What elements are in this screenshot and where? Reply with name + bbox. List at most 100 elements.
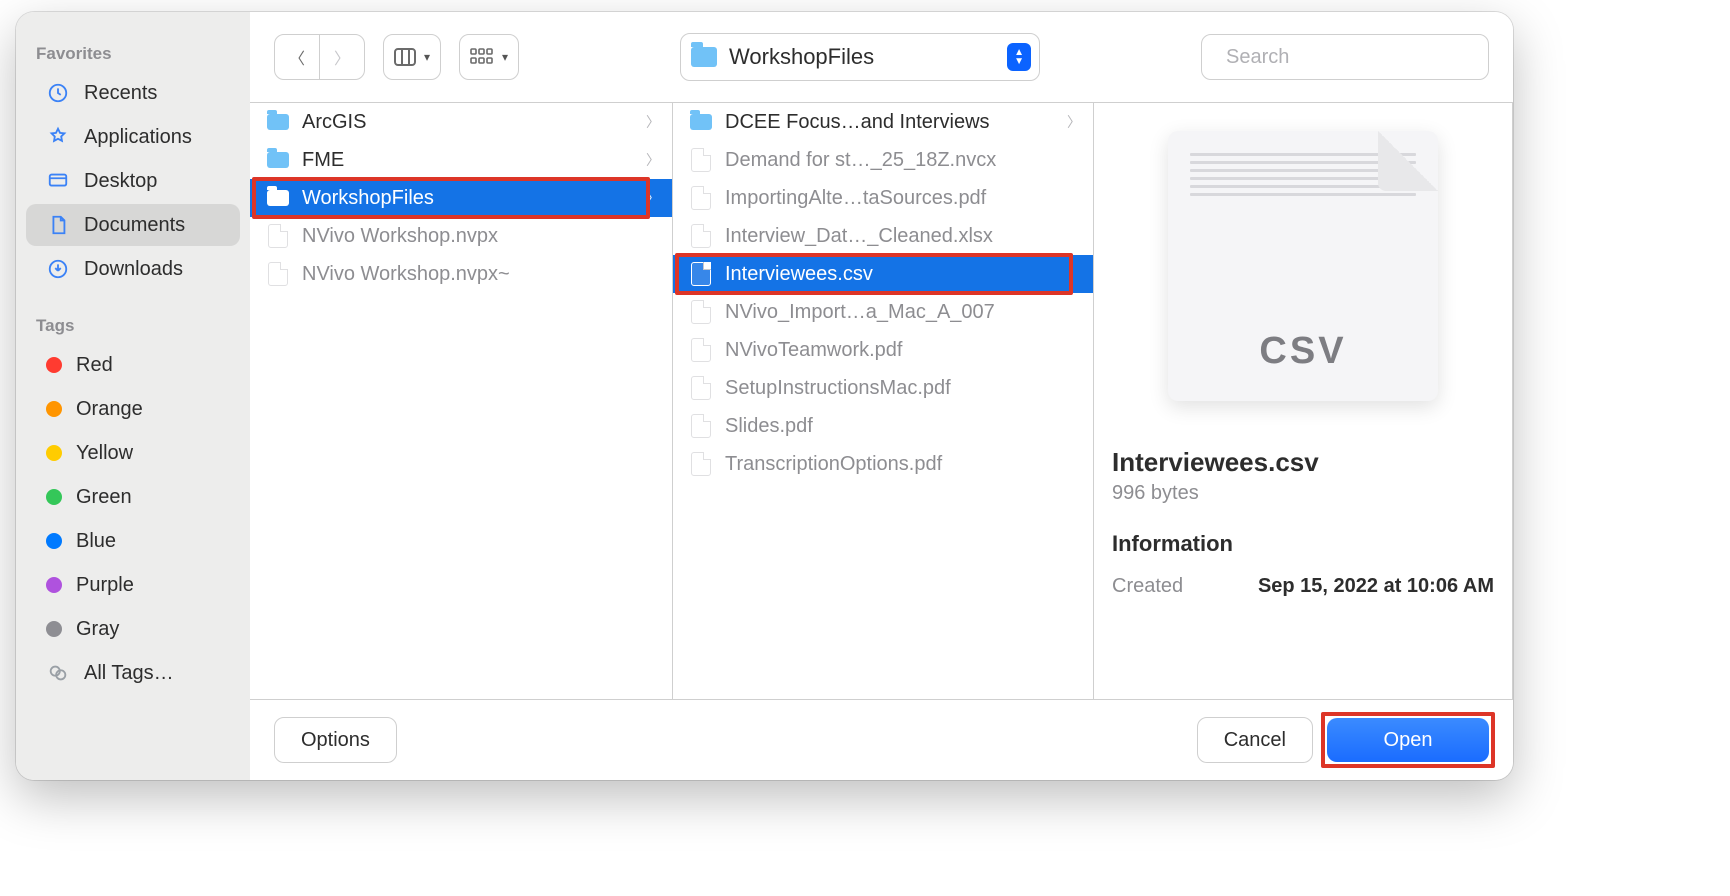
tag-orange[interactable]: Orange [26,388,240,430]
tag-dot-icon [46,401,62,417]
tag-label: Yellow [76,442,133,465]
tag-label: Gray [76,618,119,641]
folder-arcgis[interactable]: ArcGIS〉 [250,103,672,141]
dialog-footer: Options Cancel Open [250,699,1513,780]
file-icon [268,262,288,286]
file-interviewees-csv[interactable]: Interviewees.csv [673,255,1093,293]
file-type-badge: CSV [1259,330,1346,373]
tag-label: Orange [76,398,143,421]
all-tags-icon [46,661,70,685]
sidebar-item-downloads[interactable]: Downloads [26,248,240,290]
document-icon [46,213,70,237]
item-label: FME [302,149,634,172]
sidebar-item-recents[interactable]: Recents [26,72,240,114]
columns-icon [394,48,416,66]
tag-label: Purple [76,574,134,597]
tag-dot-icon [46,445,62,461]
sidebar-item-desktop[interactable]: Desktop [26,160,240,202]
file-icon [691,376,711,400]
desktop-icon [46,169,70,193]
tag-dot-icon [46,357,62,373]
favorites-heading: Favorites [16,38,250,70]
sidebar-item-documents[interactable]: Documents [26,204,240,246]
file-icon [691,414,711,438]
file-open-dialog: Favorites Recents Applications Desktop D… [16,12,1513,780]
file-setupinstructionsmac-pdf[interactable]: SetupInstructionsMac.pdf [673,369,1093,407]
folder-workshopfiles[interactable]: WorkshopFiles 〉 [250,179,672,217]
sidebar-item-label: Documents [84,214,185,237]
file-thumbnail: CSV [1168,131,1438,401]
file-icon [691,224,711,248]
cancel-label: Cancel [1224,729,1286,752]
file-icon [691,262,711,286]
file-transcriptionoptions-pdf[interactable]: TranscriptionOptions.pdf [673,445,1093,483]
file-nvivo-workshop-nvpx-tilde[interactable]: NVivo Workshop.nvpx~ [250,255,672,293]
group-button[interactable]: ▾ [459,34,519,80]
tag-gray[interactable]: Gray [26,608,240,650]
chevron-right-icon: 〉 [646,188,660,208]
options-button[interactable]: Options [274,717,397,763]
item-label: NVivo Workshop.nvpx [302,225,660,248]
folder-icon [267,114,289,130]
item-label: DCEE Focus…and Interviews [725,111,1055,134]
preview-filename: Interviewees.csv [1112,447,1494,478]
search-field[interactable] [1201,34,1489,80]
tag-dot-icon [46,489,62,505]
item-label: Interview_Dat…_Cleaned.xlsx [725,225,1081,248]
item-label: TranscriptionOptions.pdf [725,453,1081,476]
cancel-button[interactable]: Cancel [1197,717,1313,763]
item-label: SetupInstructionsMac.pdf [725,377,1081,400]
tag-red[interactable]: Red [26,344,240,386]
apps-icon [46,125,70,149]
path-popup[interactable]: WorkshopFiles ▲▼ [680,33,1040,81]
open-button[interactable]: Open [1327,718,1489,762]
file-nvivoteamwork-pdf[interactable]: NVivoTeamwork.pdf [673,331,1093,369]
folder-dcee-focus[interactable]: DCEE Focus…and Interviews 〉 [673,103,1093,141]
file-icon [268,224,288,248]
folder-fme[interactable]: FME 〉 [250,141,672,179]
folder-icon [267,152,289,168]
all-tags-label: All Tags… [84,662,174,685]
grid-icon [470,48,494,66]
path-label: WorkshopFiles [729,44,874,70]
chevron-right-icon: 〉 [334,45,350,69]
item-label: Interviewees.csv [725,263,1081,286]
file-importingaltedata-pdf[interactable]: ImportingAlte…taSources.pdf [673,179,1093,217]
item-label: NVivoTeamwork.pdf [725,339,1081,362]
tag-green[interactable]: Green [26,476,240,518]
tag-purple[interactable]: Purple [26,564,240,606]
path-updown-icon: ▲▼ [1007,43,1031,71]
tags-heading: Tags [16,310,250,342]
tag-yellow[interactable]: Yellow [26,432,240,474]
file-slides-pdf[interactable]: Slides.pdf [673,407,1093,445]
tag-label: Red [76,354,113,377]
view-columns-button[interactable]: ▾ [383,34,441,80]
item-label: Demand for st…_25_18Z.nvcx [725,149,1081,172]
file-demand-nvcx[interactable]: Demand for st…_25_18Z.nvcx [673,141,1093,179]
search-input[interactable] [1224,45,1493,70]
chevron-left-icon: 〈 [289,45,305,69]
column-2: DCEE Focus…and Interviews 〉 Demand for st… [673,103,1094,700]
item-label: Slides.pdf [725,415,1081,438]
chevron-right-icon: 〉 [646,112,660,132]
all-tags[interactable]: All Tags… [26,652,240,694]
folder-icon [691,47,717,67]
file-interview-cleaned-xlsx[interactable]: Interview_Dat…_Cleaned.xlsx [673,217,1093,255]
chevron-right-icon: 〉 [1067,112,1081,132]
file-nvivo-workshop-nvpx[interactable]: NVivo Workshop.nvpx [250,217,672,255]
tag-label: Blue [76,530,116,553]
item-label: WorkshopFiles [302,187,634,210]
tag-blue[interactable]: Blue [26,520,240,562]
file-icon [691,300,711,324]
forward-button[interactable]: 〉 [320,35,364,79]
preview-pane: CSV Interviewees.csv 996 bytes Informati… [1094,103,1513,700]
sidebar-item-applications[interactable]: Applications [26,116,240,158]
file-nvivo-import-mac[interactable]: NVivo_Import…a_Mac_A_007 [673,293,1093,331]
back-button[interactable]: 〈 [275,35,320,79]
item-label: NVivo Workshop.nvpx~ [302,263,660,286]
chevron-right-icon: 〉 [646,150,660,170]
created-value: Sep 15, 2022 at 10:06 AM [1258,575,1494,598]
sidebar-item-label: Downloads [84,258,183,281]
tag-dot-icon [46,621,62,637]
created-label: Created [1112,575,1183,598]
